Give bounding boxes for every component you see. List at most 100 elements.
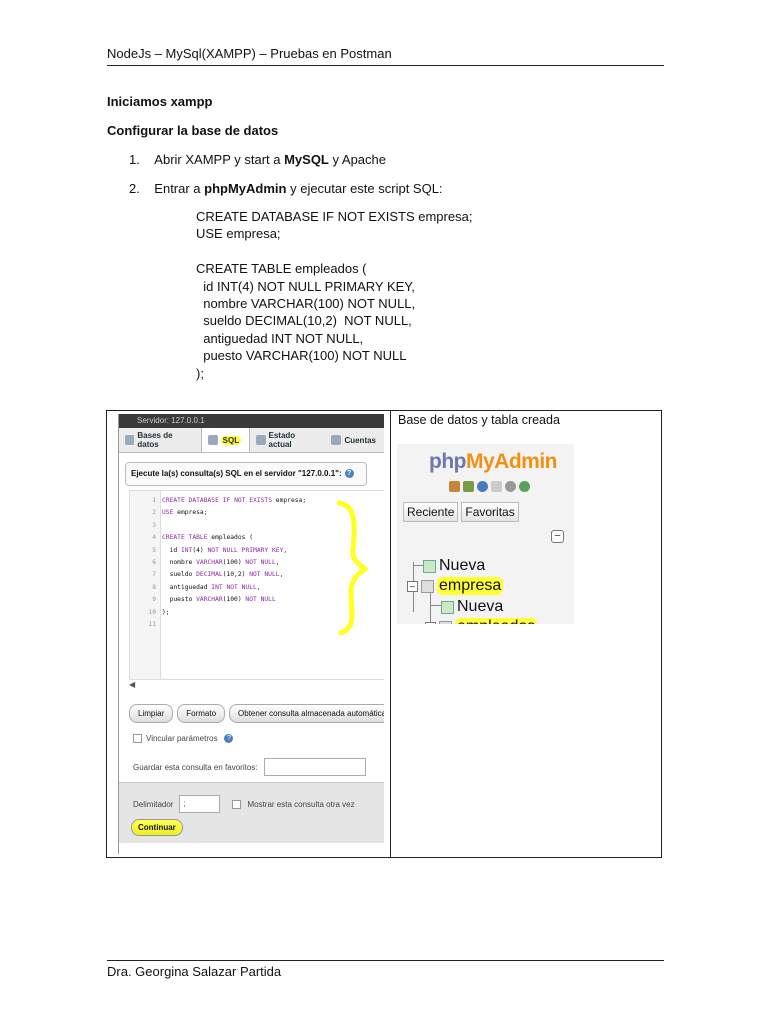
pma-tabs: Bases de datos SQL Estado actual Cuentas bbox=[119, 428, 384, 453]
line-number: 10 bbox=[148, 608, 156, 616]
minus-icon[interactable]: – bbox=[407, 580, 418, 592]
code-text: puesto VARCHAR(100) NOT NULL bbox=[162, 596, 276, 604]
help-icon[interactable]: ? bbox=[344, 469, 354, 479]
tab-databases-label: Bases de datos bbox=[137, 431, 173, 449]
bottom-panel: Delimitador ; Mostrar esta consulta otra… bbox=[119, 782, 384, 843]
line-number: 6 bbox=[152, 559, 156, 566]
tree-item-empresa-label: empresa bbox=[437, 577, 504, 595]
code-line: 9 puesto VARCHAR(100) NOT NULL bbox=[130, 594, 276, 606]
page-footer: Dra. Georgina Salazar Partida bbox=[107, 960, 664, 979]
tree-item-new[interactable]: Nueva bbox=[423, 557, 485, 575]
clear-button[interactable]: Limpiar bbox=[129, 704, 174, 723]
tree-item-new-table-label: Nueva bbox=[457, 598, 504, 615]
section-title-xampp: Iniciamos xampp bbox=[107, 94, 213, 109]
step-1-post: y Apache bbox=[328, 152, 387, 167]
delimiter-row: Delimitador ; Mostrar esta consulta otra… bbox=[133, 795, 355, 813]
help-icon-pma[interactable] bbox=[477, 481, 488, 492]
line-number: 7 bbox=[152, 571, 156, 579]
code-line: 2 USE empresa; bbox=[130, 507, 208, 519]
code-line: 1 CREATE DATABASE IF NOT EXISTS empresa; bbox=[130, 495, 306, 507]
step-2-bold: phpMyAdmin bbox=[204, 181, 287, 196]
exit-icon[interactable] bbox=[463, 481, 474, 492]
tab-accounts-label: Cuentas bbox=[344, 435, 376, 445]
code-line: 5 id INT(4) NOT NULL PRIMARY KEY, bbox=[130, 545, 287, 557]
show-again-label: Mostrar esta consulta otra vez bbox=[247, 799, 355, 809]
show-again-checkbox[interactable] bbox=[232, 799, 242, 809]
database-icon bbox=[125, 435, 135, 445]
screenshots-table: Base de datos y tabla creada Servidor: 1… bbox=[106, 410, 662, 858]
code-line: 3 bbox=[130, 520, 162, 532]
docs-icon[interactable] bbox=[491, 481, 502, 492]
line-number: 5 bbox=[152, 546, 156, 554]
tab-sql[interactable]: SQL bbox=[200, 428, 251, 452]
tab-databases[interactable]: Bases de datos bbox=[119, 428, 201, 452]
tree-item-new-label: Nueva bbox=[439, 557, 486, 574]
phpmyadmin-logo: phpMyAdmin bbox=[429, 450, 557, 474]
line-number: 1 bbox=[152, 497, 156, 504]
code-text: nombre VARCHAR(100) NOT NULL, bbox=[162, 559, 280, 566]
plus-icon[interactable]: + bbox=[425, 621, 436, 624]
logo-php: php bbox=[429, 450, 466, 473]
bind-params-row: Vincular parámetros ? bbox=[133, 734, 234, 743]
save-fav-input[interactable] bbox=[263, 758, 366, 776]
step-1-num: 1. bbox=[129, 152, 140, 167]
save-fav-label: Guardar esta consulta en favoritos: bbox=[133, 762, 258, 772]
line-number: 3 bbox=[152, 521, 156, 529]
reload-icon[interactable] bbox=[519, 481, 530, 492]
save-fav-row: Guardar esta consulta en favoritos: bbox=[133, 758, 366, 776]
line-number: 4 bbox=[152, 534, 156, 542]
page-header: NodeJs – MySql(XAMPP) – Pruebas en Postm… bbox=[107, 46, 664, 66]
code-text: CREATE TABLE empleados ( bbox=[162, 534, 254, 542]
database-icon-tree bbox=[421, 579, 434, 593]
tab-status[interactable]: Estado actual bbox=[250, 428, 325, 452]
section-title-db: Configurar la base de datos bbox=[107, 123, 279, 138]
help-icon-bind[interactable]: ? bbox=[224, 734, 234, 743]
server-title: Servidor: 127.0.0.1 bbox=[119, 414, 384, 428]
highlight-brace-mark bbox=[336, 500, 369, 636]
scroll-left-icon[interactable]: ◀ bbox=[129, 680, 384, 692]
table-divider bbox=[390, 411, 391, 857]
code-line: 8 antiguedad INT NOT NULL, bbox=[130, 582, 261, 594]
tab-status-label: Estado actual bbox=[268, 431, 296, 449]
table-icon bbox=[439, 620, 452, 624]
bind-params-label: Vincular parámetros bbox=[146, 734, 218, 743]
tree-item-empresa[interactable]: – empresa bbox=[407, 577, 504, 595]
code-line: 6 nombre VARCHAR(100) NOT NULL, bbox=[130, 557, 280, 569]
format-button[interactable]: Formato bbox=[177, 704, 226, 723]
pma-nav-tabs: Reciente Favoritas bbox=[403, 502, 519, 522]
tree-item-empleados[interactable]: + empleados bbox=[425, 618, 538, 624]
sql-editor[interactable]: 1 CREATE DATABASE IF NOT EXISTS empresa; 2… bbox=[129, 490, 384, 680]
line-number: 11 bbox=[148, 621, 156, 628]
collapse-icon[interactable]: – bbox=[551, 530, 564, 543]
code-text: USE empresa; bbox=[162, 509, 208, 517]
sql-icon bbox=[207, 435, 218, 445]
home-icon[interactable] bbox=[449, 481, 460, 492]
editor-buttons: Limpiar Formato Obtener consulta almacen… bbox=[129, 704, 384, 723]
line-number: 9 bbox=[152, 596, 156, 604]
logo-myadmin: MyAdmin bbox=[465, 450, 558, 473]
table-caption: Base de datos y tabla creada bbox=[398, 413, 560, 427]
code-line: 7 sueldo DECIMAL(10,2) NOT NULL, bbox=[130, 569, 283, 581]
code-text: antiguedad INT NOT NULL, bbox=[162, 583, 261, 591]
stored-query-button[interactable]: Obtener consulta almacenada automáticam bbox=[229, 704, 384, 723]
code-text: sueldo DECIMAL(10,2) NOT NULL, bbox=[162, 571, 284, 579]
step-2-post: y ejecutar este script SQL: bbox=[286, 181, 443, 196]
sql-script: CREATE DATABASE IF NOT EXISTS empresa; U… bbox=[196, 209, 473, 381]
tab-accounts[interactable]: Cuentas bbox=[325, 428, 384, 452]
code-text: CREATE DATABASE IF NOT EXISTS empresa; bbox=[162, 497, 307, 504]
gear-icon[interactable] bbox=[505, 481, 516, 492]
phpmyadmin-tree-screenshot: phpMyAdmin Reciente Favoritas – Nueva – e… bbox=[397, 444, 574, 624]
accounts-icon bbox=[331, 435, 342, 445]
continue-button[interactable]: Continuar bbox=[131, 819, 183, 836]
code-line: 10); bbox=[130, 607, 169, 619]
line-number: 8 bbox=[152, 583, 156, 591]
query-box-title: Ejecute la(s) consulta(s) SQL en el serv… bbox=[125, 462, 367, 486]
new-db-icon bbox=[423, 559, 436, 573]
bind-params-checkbox[interactable] bbox=[133, 734, 142, 743]
tab-favorites[interactable]: Favoritas bbox=[461, 502, 519, 522]
tree-item-new-table[interactable]: Nueva bbox=[441, 598, 503, 616]
code-line: 4 CREATE TABLE empleados ( bbox=[130, 532, 253, 544]
tab-recent[interactable]: Reciente bbox=[403, 502, 459, 522]
delimiter-input[interactable]: ; bbox=[179, 795, 221, 813]
step-2-num: 2. bbox=[129, 181, 140, 196]
